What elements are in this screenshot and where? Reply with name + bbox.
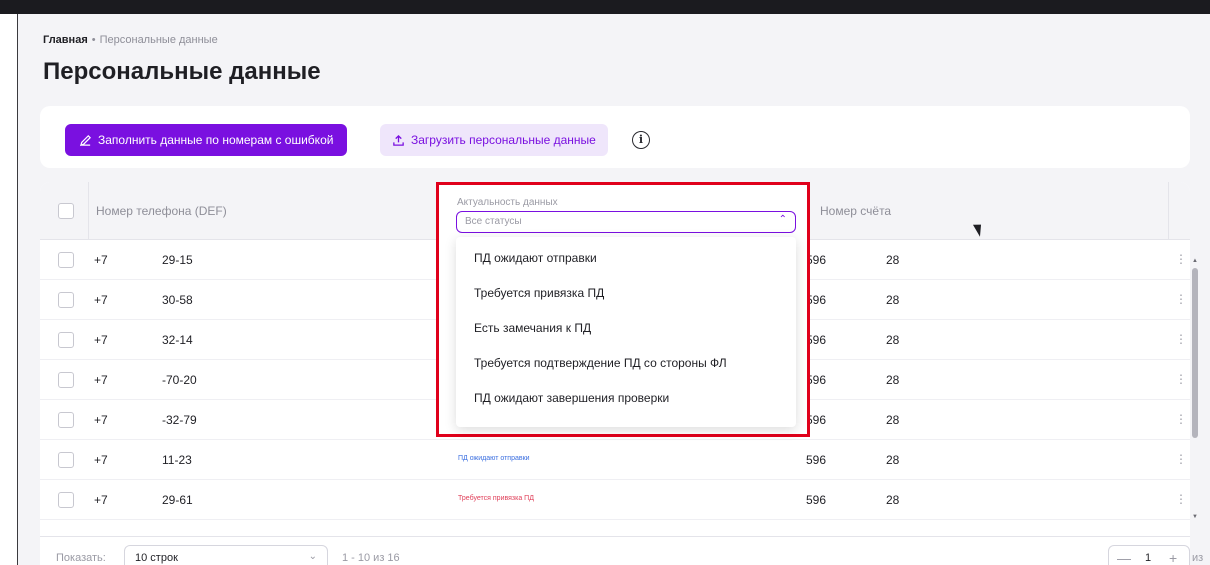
phone-prefix: +7 xyxy=(94,493,108,507)
page-stepper: — 1 + xyxy=(1108,545,1190,565)
row-checkbox[interactable] xyxy=(58,252,74,268)
phone-number: 32-14 xyxy=(162,333,193,347)
chevron-up-icon: ⌃ xyxy=(778,214,787,225)
toolbar: Заполнить данные по номерам с ошибкой За… xyxy=(40,106,1190,168)
row-menu-icon[interactable]: ⋮ xyxy=(1175,332,1187,346)
phone-number: 30-58 xyxy=(162,293,193,307)
filter-option[interactable]: Есть замечания к ПД xyxy=(474,321,591,335)
phone-prefix: +7 xyxy=(94,253,108,267)
pencil-icon xyxy=(79,134,91,146)
row-checkbox[interactable] xyxy=(58,332,74,348)
row-menu-icon[interactable]: ⋮ xyxy=(1175,372,1187,386)
status-badge: Требуется привязка ПД xyxy=(458,495,534,502)
actuality-filter-menu: ПД ожидают отправки Требуется привязка ПД… xyxy=(456,237,796,427)
row-menu-icon[interactable]: ⋮ xyxy=(1175,252,1187,266)
info-icon[interactable]: i xyxy=(632,131,650,149)
phone-prefix: +7 xyxy=(94,373,108,387)
scroll-up-icon[interactable]: ▲ xyxy=(1192,258,1198,264)
show-label: Показать: xyxy=(56,552,106,564)
prev-page-button[interactable]: — xyxy=(1117,550,1131,565)
header-phone[interactable]: Номер телефона (DEF) xyxy=(96,204,227,218)
account-number: 28 xyxy=(886,373,900,387)
fill-error-numbers-button[interactable]: Заполнить данные по номерам с ошибкой xyxy=(65,124,348,156)
actuality-filter-label: Актуальность данных xyxy=(457,197,558,208)
account-number: 28 xyxy=(886,413,900,427)
account-number: 28 xyxy=(886,293,900,307)
phone-number: 29-15 xyxy=(162,253,193,267)
actuality-filter-select[interactable]: Все статусы ⌃ xyxy=(456,211,796,233)
account-code: 596 xyxy=(806,453,827,467)
column-divider xyxy=(88,182,89,240)
actuality-filter-highlight: Актуальность данных Все статусы ⌃ ПД ожи… xyxy=(436,182,810,437)
filter-option[interactable]: Требуется подтверждение ПД со стороны ФЛ xyxy=(474,356,727,370)
fill-error-numbers-label: Заполнить данные по номерам с ошибкой xyxy=(98,133,334,147)
filter-option[interactable]: ПД ожидают отправки xyxy=(474,251,597,265)
upload-icon xyxy=(393,134,404,146)
row-checkbox[interactable] xyxy=(58,452,74,468)
header-account[interactable]: Номер счёта xyxy=(820,204,891,218)
phone-prefix: +7 xyxy=(94,453,108,467)
screen-top-bar xyxy=(0,0,1210,14)
upload-personal-data-button[interactable]: Загрузить персональные данные xyxy=(380,124,608,156)
total-pages: из 2 xyxy=(1192,552,1204,565)
upload-personal-data-label: Загрузить персональные данные xyxy=(411,133,596,147)
phone-prefix: +7 xyxy=(94,333,108,347)
phone-prefix: +7 xyxy=(94,413,108,427)
phone-prefix: +7 xyxy=(94,293,108,307)
row-menu-icon[interactable]: ⋮ xyxy=(1175,492,1187,506)
row-checkbox[interactable] xyxy=(58,292,74,308)
filter-option[interactable]: Требуется привязка ПД xyxy=(474,286,604,300)
row-menu-icon[interactable]: ⋮ xyxy=(1175,412,1187,426)
table-footer: Показать: 10 строк ⌄ 1 - 10 из 16 — 1 + … xyxy=(40,536,1203,565)
phone-number: -70-20 xyxy=(162,373,197,387)
account-number: 28 xyxy=(886,493,900,507)
row-menu-icon[interactable]: ⋮ xyxy=(1175,292,1187,306)
breadcrumb: Главная • Персональные данные xyxy=(43,34,218,46)
filter-option[interactable]: ПД ожидают завершения проверки xyxy=(474,391,669,405)
scroll-down-icon[interactable]: ▼ xyxy=(1192,514,1198,520)
row-checkbox[interactable] xyxy=(58,492,74,508)
breadcrumb-separator: • xyxy=(91,34,96,46)
next-page-button[interactable]: + xyxy=(1169,550,1177,565)
actuality-filter-placeholder: Все статусы xyxy=(465,216,522,227)
page-title: Персональные данные xyxy=(43,58,321,85)
phone-number: -32-79 xyxy=(162,413,197,427)
table-row[interactable]: +7 11-23 596 28 ⋮ ПД ожидают отправки xyxy=(40,440,1190,480)
phone-number: 29-61 xyxy=(162,493,193,507)
breadcrumb-home[interactable]: Главная xyxy=(43,34,88,46)
chevron-down-icon: ⌄ xyxy=(308,551,317,562)
scrollbar-thumb[interactable] xyxy=(1192,268,1198,438)
page-input[interactable]: 1 xyxy=(1145,552,1151,564)
table-row[interactable]: +7 29-61 596 28 ⋮ Требуется привязка ПД xyxy=(40,480,1190,520)
account-number: 28 xyxy=(886,453,900,467)
breadcrumb-current: Персональные данные xyxy=(99,34,218,46)
column-divider xyxy=(1168,182,1169,240)
account-number: 28 xyxy=(886,333,900,347)
rows-per-page-value: 10 строк xyxy=(135,552,178,564)
account-number: 28 xyxy=(886,253,900,267)
account-code: 596 xyxy=(806,493,827,507)
row-checkbox[interactable] xyxy=(58,412,74,428)
row-menu-icon[interactable]: ⋮ xyxy=(1175,452,1187,466)
select-all-checkbox[interactable] xyxy=(58,203,74,219)
status-badge: ПД ожидают отправки xyxy=(458,455,530,462)
row-checkbox[interactable] xyxy=(58,372,74,388)
phone-number: 11-23 xyxy=(162,453,192,467)
range-text: 1 - 10 из 16 xyxy=(342,552,400,564)
rows-per-page-select[interactable]: 10 строк ⌄ xyxy=(124,545,328,565)
